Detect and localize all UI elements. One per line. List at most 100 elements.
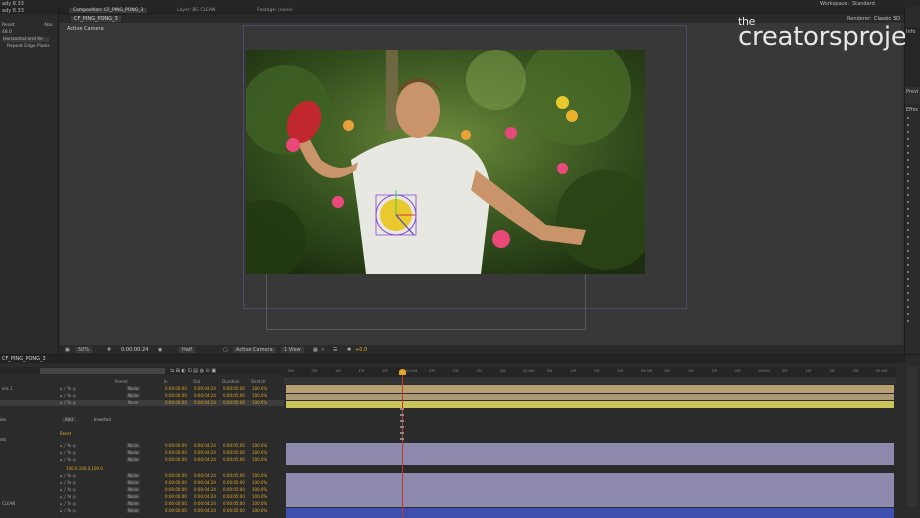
parent-select[interactable]: None: [126, 443, 141, 448]
duration-value[interactable]: 0:00:05:00: [223, 393, 245, 398]
layer-switch-icons[interactable]: ⌂ ╱ fx ◎: [60, 400, 76, 405]
stretch-value[interactable]: 100.0%: [252, 494, 267, 499]
effect-reset-link[interactable]: Reset: [60, 431, 71, 436]
out-point[interactable]: 0:00:04:24: [194, 508, 216, 513]
col-duration[interactable]: Duration: [222, 379, 239, 384]
parent-select[interactable]: None: [126, 501, 141, 506]
col-parent[interactable]: Parent: [115, 379, 128, 384]
layer-switch-icons[interactable]: ⌂ ╱ fx ◎: [60, 494, 76, 499]
table-row[interactable]: ⌂ ╱ fx ◎ None 0:00:00:00 0:00:04:24 0:00:05:…: [0, 457, 284, 463]
layer-switch-icons[interactable]: ⌂ ╱ fx ◎: [60, 487, 76, 492]
out-point[interactable]: 0:00:04:24: [194, 386, 216, 391]
duration-value[interactable]: 0:00:05:00: [223, 494, 245, 499]
duration-value[interactable]: 0:00:05:00: [223, 501, 245, 506]
out-point[interactable]: 0:00:04:24: [194, 457, 216, 462]
toggle-pixel-aspect-icon[interactable]: ▦: [313, 347, 318, 353]
timeline-switch-icons[interactable]: ⇆ ⊞ ◐ ⊡ ▤ ◍ ⊙ ▣: [170, 368, 216, 374]
stretch-value[interactable]: 100.0%: [252, 487, 267, 492]
table-row[interactable]: ⌂ ╱ fx ◎ None 0:00:00:00 0:00:04:24 0:00:05:…: [0, 450, 284, 456]
table-row[interactable]: ⌂ ╱ fx ◎ None 0:00:00:00 0:00:04:24 0:00:05:…: [0, 494, 284, 500]
duration-value[interactable]: 0:00:05:00: [223, 400, 245, 405]
table-row[interactable]: ⌂ ╱ fx ◎ None 0:00:00:00 0:00:04:24 0:00:05:…: [0, 400, 284, 406]
layer-switch-icons[interactable]: ⌂ ╱ fx ◎: [60, 443, 76, 448]
layer-bar-bg[interactable]: [286, 508, 894, 518]
out-point[interactable]: 0:00:04:24: [194, 487, 216, 492]
stretch-value[interactable]: 100.0%: [252, 443, 267, 448]
table-row[interactable]: ⌂ ╱ fx ◎ None 0:00:00:00 0:00:04:24 0:00:05:…: [0, 508, 284, 514]
view-layout-select[interactable]: 1 View: [281, 347, 304, 353]
in-point[interactable]: 0:00:00:00: [165, 480, 187, 485]
parent-select[interactable]: None: [126, 457, 141, 462]
duration-value[interactable]: 0:00:05:00: [223, 450, 245, 455]
duration-value[interactable]: 0:00:05:00: [223, 457, 245, 462]
out-point[interactable]: 0:00:04:24: [194, 501, 216, 506]
exposure-icon[interactable]: ✱: [347, 347, 351, 353]
timeline-tab[interactable]: CF_PING_PONG_3: [2, 356, 46, 362]
stretch-value[interactable]: 100.0%: [252, 386, 267, 391]
in-point[interactable]: 0:00:00:00: [165, 494, 187, 499]
current-time-indicator[interactable]: [402, 369, 403, 518]
magnification-select[interactable]: 50%: [75, 347, 93, 353]
stretch-value[interactable]: 100.0%: [252, 473, 267, 478]
mask-inverted-checkbox[interactable]: Inverted: [94, 417, 111, 422]
scale-value[interactable]: 100.0,100.0,100.0: [66, 466, 103, 471]
layer-switch-icons[interactable]: ⌂ ╱ fx ◎: [60, 450, 76, 455]
stretch-value[interactable]: 100.0%: [252, 501, 267, 506]
duration-value[interactable]: 0:00:05:00: [223, 508, 245, 513]
layer-switch-icons[interactable]: ⌂ ╱ fx ◎: [60, 508, 76, 513]
layer-switch-icons[interactable]: ⌂ ╱ fx ◎: [60, 473, 76, 478]
current-time-display[interactable]: 0:00:00:24: [121, 347, 148, 353]
layer-bar-selected[interactable]: [286, 401, 894, 408]
region-of-interest-icon[interactable]: ▢: [223, 347, 228, 353]
stretch-value[interactable]: 100.0%: [252, 450, 267, 455]
layer-switch-icons[interactable]: ⌂ ╱ fx ◎: [60, 386, 76, 391]
layer-bar-group[interactable]: [286, 473, 894, 507]
out-point[interactable]: 0:00:04:24: [194, 393, 216, 398]
duration-value[interactable]: 0:00:05:00: [223, 487, 245, 492]
in-point[interactable]: 0:00:00:00: [165, 457, 187, 462]
resolution-select[interactable]: Half: [179, 347, 195, 353]
parent-select[interactable]: None: [126, 450, 141, 455]
in-point[interactable]: 0:00:00:00: [165, 487, 187, 492]
parent-select[interactable]: None: [126, 473, 141, 478]
duration-value[interactable]: 0:00:05:00: [223, 443, 245, 448]
tab-composition[interactable]: Composition: CF_PING_PONG_3: [69, 8, 148, 13]
parent-select[interactable]: None: [126, 393, 141, 398]
grid-icon[interactable]: #: [107, 347, 111, 353]
magnification-icon[interactable]: ▣: [65, 347, 70, 353]
layer-switch-icons[interactable]: ⌂ ╱ fx ◎: [60, 480, 76, 485]
composition-viewer[interactable]: Active Camera: [61, 23, 901, 345]
col-in[interactable]: In: [164, 379, 168, 384]
layer-switch-icons[interactable]: ⌂ ╱ fx ◎: [60, 501, 76, 506]
table-row[interactable]: ⌂ ╱ fx ◎ None 0:00:00:00 0:00:04:24 0:00:05:…: [0, 487, 284, 493]
stretch-value[interactable]: 100.0%: [252, 508, 267, 513]
effect-value[interactable]: 48.0: [2, 30, 12, 35]
layer-switch-icons[interactable]: ⌂ ╱ fx ◎: [60, 393, 76, 398]
in-point[interactable]: 0:00:00:00: [165, 443, 187, 448]
table-row[interactable]: ⌂ ╱ fx ◎ None 0:00:00:00 0:00:04:24 0:00:05:…: [0, 443, 284, 449]
in-point[interactable]: 0:00:00:00: [165, 501, 187, 506]
out-point[interactable]: 0:00:04:24: [194, 443, 216, 448]
repeat-edge-pixels-checkbox[interactable]: Repeat Edge Pixels: [7, 44, 50, 49]
timeline-toggle-icon[interactable]: ☰: [333, 347, 337, 353]
fast-previews-icon[interactable]: ⚡: [321, 347, 325, 353]
exposure-value[interactable]: +0.0: [355, 347, 367, 353]
parent-select[interactable]: None: [126, 386, 141, 391]
layer-switch-icons[interactable]: ⌂ ╱ fx ◎: [60, 457, 76, 462]
out-point[interactable]: 0:00:04:24: [194, 494, 216, 499]
work-area-bar[interactable]: [284, 377, 896, 384]
in-point[interactable]: 0:00:00:00: [165, 450, 187, 455]
composition-frame[interactable]: [246, 50, 645, 274]
parent-select[interactable]: None: [126, 400, 141, 405]
table-row[interactable]: ⌂ ╱ fx ◎ None 0:00:00:00 0:00:04:24 0:00:05:…: [0, 393, 284, 399]
parent-select[interactable]: None: [126, 508, 141, 513]
snapshot-icon[interactable]: ◉: [158, 347, 162, 353]
parent-select[interactable]: None: [126, 494, 141, 499]
in-point[interactable]: 0:00:00:00: [165, 473, 187, 478]
tab-footage[interactable]: Footage: (none): [257, 8, 293, 13]
table-row[interactable]: ⌂ ╱ fx ◎ None 0:00:00:00 0:00:04:24 0:00:05:…: [0, 480, 284, 486]
table-row[interactable]: ⌂ ╱ fx ◎ CLEAN None 0:00:00:00 0:00:04:24 0:0…: [0, 501, 284, 507]
parent-select[interactable]: None: [126, 480, 141, 485]
stretch-value[interactable]: 100.0%: [252, 480, 267, 485]
in-point[interactable]: 0:00:00:00: [165, 386, 187, 391]
